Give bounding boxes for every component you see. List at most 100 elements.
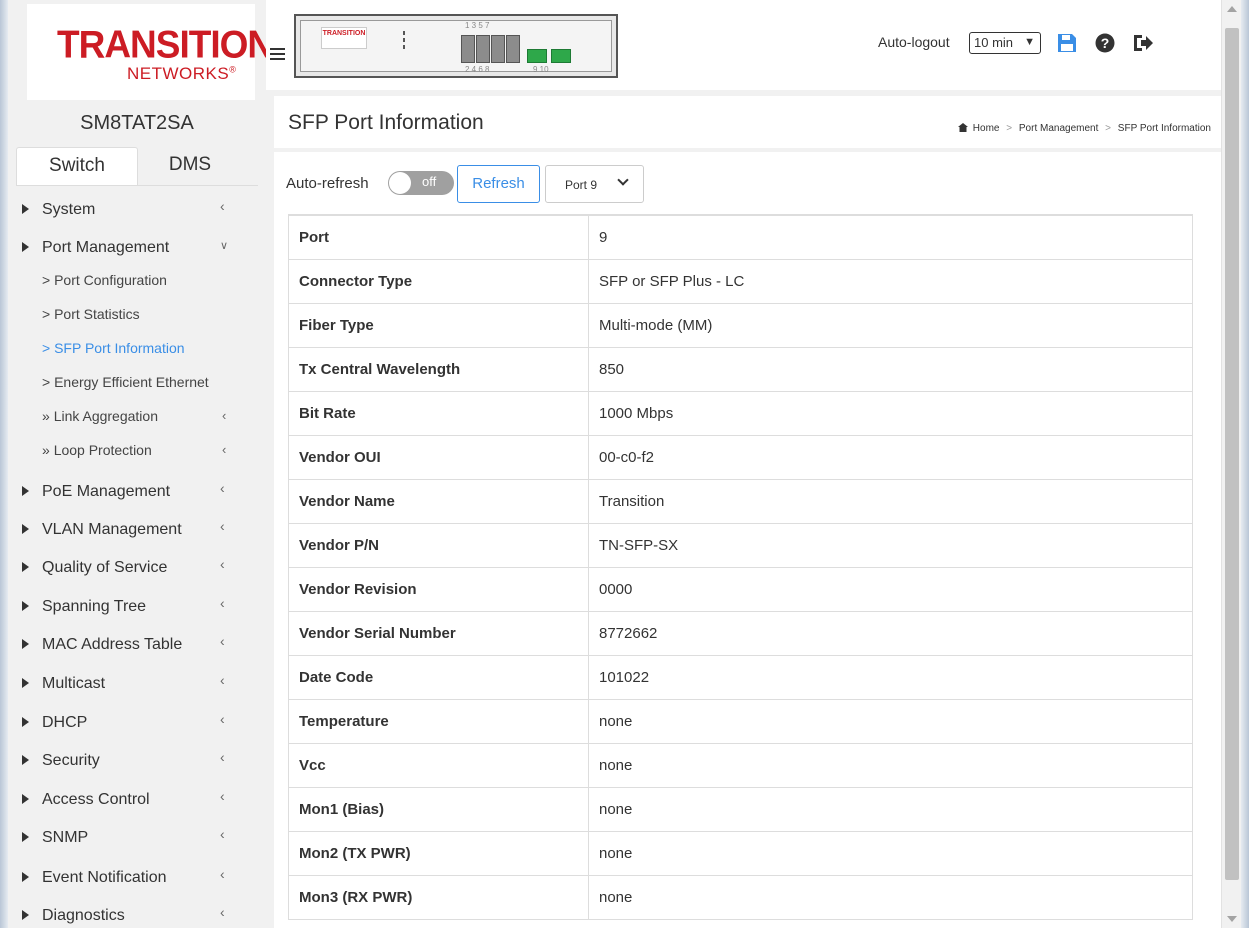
vertical-scrollbar[interactable] [1221,0,1241,928]
help-icon[interactable]: ? [1095,33,1115,53]
table-row: Temperature none [288,698,1193,744]
sidebar-subitem-text: Link Aggregation [53,408,158,424]
caret-right-icon [22,794,29,804]
row-value: Multi-mode (MM) [588,302,1193,348]
row-key: Vendor OUI [288,434,589,480]
row-key: Vendor Name [288,478,589,524]
table-row: Vcc none [288,742,1193,788]
port-3-4-icon[interactable] [476,35,490,63]
svg-text:?: ? [1101,35,1110,51]
sidebar-subitem-energy-efficient-ethernet[interactable]: > Energy Efficient Ethernet [8,366,266,398]
tab-switch[interactable]: Switch [16,147,138,185]
switch-front-panel[interactable]: TRANSITION 1 3 5 7 2 4 6 8 9 10 [294,14,618,78]
sidebar: TRANSITION NETWORKS® SM8TAT2SA Switch DM… [8,0,274,928]
sidebar-subitem-port-configuration[interactable]: > Port Configuration [8,264,266,296]
scroll-thumb[interactable] [1225,28,1239,880]
chevron-left-icon: ‹ [220,904,225,920]
sidebar-item-label: Access Control [42,791,150,808]
sidebar-item-mac-address-table[interactable]: MAC Address Table ‹ [8,627,266,663]
row-key: Vendor P/N [288,522,589,568]
scroll-up-icon[interactable] [1227,6,1237,12]
sidebar-subitem-loop-protection[interactable]: » Loop Protection ‹ [8,434,266,466]
port-5-6-icon[interactable] [491,35,505,63]
row-key: Tx Central Wavelength [288,346,589,392]
sfp-info-table: Port 9 Connector Type SFP or SFP Plus - LC… [288,214,1193,920]
logout-icon[interactable] [1132,33,1154,53]
row-key: Temperature [288,698,589,744]
autologout-select[interactable]: 10 min ▼ [969,32,1041,54]
title-bar: SFP Port Information Home > Port Managem… [274,96,1221,148]
sidebar-item-snmp[interactable]: SNMP ‹ [8,820,266,856]
sidebar-subitem-link-aggregation[interactable]: » Link Aggregation ‹ [8,400,266,432]
sidebar-subitem-label: > Port Statistics [42,306,140,322]
caret-right-icon [22,639,29,649]
brand-logo[interactable]: TRANSITION NETWORKS® [27,4,274,100]
menu-icon[interactable] [270,48,285,60]
chevron-left-icon: ‹ [220,788,225,804]
caret-right-icon [22,717,29,727]
sidebar-item-label: Event Notification [42,869,167,886]
port-select[interactable]: Port 9 [545,165,644,203]
table-row: Mon2 (TX PWR) none [288,830,1193,876]
refresh-button[interactable]: Refresh [457,165,540,203]
chevron-left-icon: ‹ [220,595,225,611]
row-key: Date Code [288,654,589,700]
breadcrumb-home[interactable]: Home [973,123,1000,134]
sfp-port-numbers: 9 10 [533,65,549,74]
sidebar-item-label: SNMP [42,829,89,846]
caret-right-icon [22,601,29,611]
chevron-left-icon: ‹ [220,672,225,688]
port-1-2-icon[interactable] [461,35,475,63]
row-key: Bit Rate [288,390,589,436]
sidebar-item-vlan-management[interactable]: VLAN Management ‹ [8,512,266,548]
sidebar-subitem-sfp-port-information[interactable]: > SFP Port Information [8,332,266,364]
sidebar-item-access-control[interactable]: Access Control ‹ [8,782,266,818]
port-7-8-icon[interactable] [506,35,520,63]
sfp-port-10-icon[interactable] [551,49,571,63]
sidebar-item-poe-management[interactable]: PoE Management ‹ [8,474,266,510]
scroll-down-icon[interactable] [1227,916,1237,922]
caret-right-icon [22,524,29,534]
sidebar-item-multicast[interactable]: Multicast ‹ [8,666,266,702]
caret-right-icon [22,486,29,496]
auto-refresh-label: Auto-refresh [286,175,369,192]
chevron-left-icon: ‹ [220,518,225,534]
row-key: Mon2 (TX PWR) [288,830,589,876]
chevron-left-icon: ‹ [222,442,227,457]
sidebar-item-system[interactable]: System ‹ [8,192,266,228]
port-numbers-bottom: 2 4 6 8 [465,65,490,74]
sidebar-item-quality-of-service[interactable]: Quality of Service ‹ [8,550,266,586]
sidebar-item-diagnostics[interactable]: Diagnostics ‹ [8,898,266,928]
sfp-port-9-icon[interactable] [527,49,547,63]
breadcrumb: Home > Port Management > SFP Port Inform… [958,123,1211,134]
row-value: none [588,786,1193,832]
breadcrumb-current: SFP Port Information [1117,123,1211,134]
table-row: Bit Rate 1000 Mbps [288,390,1193,436]
breadcrumb-section[interactable]: Port Management [1019,123,1099,134]
sidebar-item-security[interactable]: Security ‹ [8,743,266,779]
save-icon[interactable] [1057,33,1077,53]
caret-right-icon [22,832,29,842]
main-content: SFP Port Information Home > Port Managem… [266,90,1221,928]
sidebar-tabs: Switch DMS [16,147,242,185]
sidebar-item-spanning-tree[interactable]: Spanning Tree ‹ [8,589,266,625]
caret-right-icon [22,204,29,214]
chevron-left-icon: ‹ [220,866,225,882]
sidebar-item-label: VLAN Management [42,521,182,538]
row-key: Mon1 (Bias) [288,786,589,832]
sidebar-item-event-notification[interactable]: Event Notification ‹ [8,860,266,896]
sidebar-subitem-port-statistics[interactable]: > Port Statistics [8,298,266,330]
chevron-down-icon: ▼ [1024,36,1035,48]
row-value: 101022 [588,654,1193,700]
table-row: Mon1 (Bias) none [288,786,1193,832]
toggle-knob [389,172,411,194]
caret-right-icon [22,872,29,882]
top-header: TRANSITION 1 3 5 7 2 4 6 8 9 10 Auto-log… [266,0,1221,90]
sidebar-item-port-management[interactable]: Port Management ∨ [8,230,266,266]
caret-right-icon [22,242,29,252]
sidebar-subitem-text: Port Configuration [54,272,167,288]
tab-dms[interactable]: DMS [138,147,242,185]
table-row: Connector Type SFP or SFP Plus - LC [288,258,1193,304]
auto-refresh-toggle[interactable]: off [388,171,454,195]
sidebar-item-dhcp[interactable]: DHCP ‹ [8,705,266,741]
